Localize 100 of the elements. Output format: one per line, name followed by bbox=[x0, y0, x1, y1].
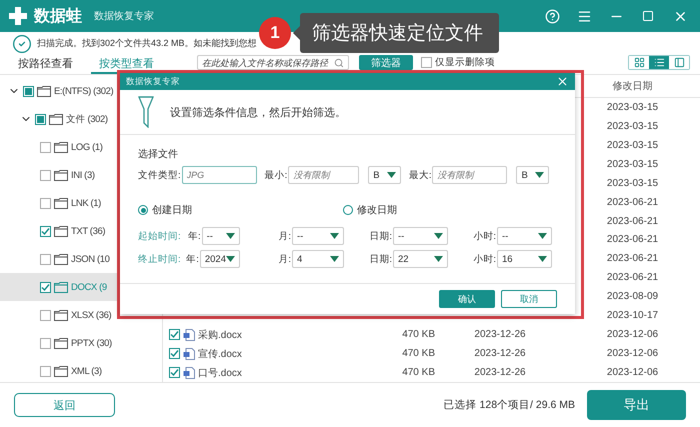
field-label: 最小: bbox=[264, 168, 288, 182]
dropdown-arrow-icon bbox=[434, 233, 443, 239]
modified-date: 2023-12-06 bbox=[606, 367, 660, 378]
time-range-label: 起始时间: bbox=[138, 230, 182, 242]
time-select[interactable]: 16 bbox=[497, 250, 552, 268]
tree-checkbox[interactable] bbox=[40, 254, 51, 264]
plus-logo-icon bbox=[8, 6, 28, 26]
field-label: 年: bbox=[186, 252, 199, 266]
folder-icon bbox=[54, 254, 68, 264]
cancel-button[interactable]: 取消 bbox=[501, 290, 557, 308]
dropdown-arrow-icon bbox=[226, 233, 235, 239]
tree-checkbox[interactable] bbox=[35, 114, 46, 124]
max-size-field[interactable]: 没有限制 bbox=[432, 166, 508, 184]
modified-date: 2023-10-17 bbox=[606, 310, 660, 322]
time-select[interactable]: 2024 bbox=[200, 250, 240, 268]
view-tab[interactable]: 按路径查看 bbox=[10, 55, 81, 74]
list-view-button[interactable] bbox=[649, 56, 669, 69]
time-select[interactable]: -- bbox=[393, 227, 448, 245]
created-date: 2023-12-26 bbox=[473, 329, 527, 340]
modified-date: 2023-03-15 bbox=[606, 102, 660, 113]
dropdown-arrow-icon bbox=[538, 256, 547, 262]
unit-select[interactable]: B bbox=[368, 166, 401, 184]
dropdown-arrow-icon bbox=[330, 256, 339, 262]
radio-button[interactable] bbox=[343, 205, 353, 215]
row-checkbox[interactable] bbox=[169, 329, 180, 340]
time-select[interactable]: 22 bbox=[393, 250, 448, 268]
filter-button[interactable]: 筛选器 bbox=[359, 55, 413, 70]
time-select[interactable]: -- bbox=[292, 227, 344, 245]
time-range-label: 终止时间: bbox=[138, 252, 182, 266]
folder-icon bbox=[54, 366, 68, 376]
field-label: 小时: bbox=[473, 230, 496, 242]
modified-date: 2023-06-21 bbox=[606, 272, 660, 284]
section-title: 选择文件 bbox=[138, 148, 179, 161]
modified-date: 2023-06-21 bbox=[606, 234, 660, 246]
radio-label: 修改日期 bbox=[357, 204, 397, 217]
folder-icon bbox=[54, 170, 68, 180]
folder-icon bbox=[54, 226, 68, 236]
file-size: 470 KB bbox=[401, 367, 435, 378]
modified-date: 2023-03-15 bbox=[606, 158, 660, 170]
dialog-instructions: 设置筛选条件信息，然后开始筛选。 bbox=[170, 106, 346, 120]
grid-icon[interactable] bbox=[634, 57, 644, 68]
app-name: 数据蛙 bbox=[34, 6, 82, 26]
tree-checkbox[interactable] bbox=[23, 86, 34, 96]
modified-date: 2023-08-09 bbox=[606, 291, 660, 302]
dropdown-arrow-icon bbox=[534, 172, 544, 178]
tree-checkbox[interactable] bbox=[40, 310, 51, 320]
time-select[interactable]: -- bbox=[202, 227, 240, 245]
panel-icon[interactable] bbox=[674, 57, 684, 68]
created-date: 2023-12-26 bbox=[473, 348, 527, 360]
tree-checkbox[interactable] bbox=[40, 142, 51, 152]
dropdown-arrow-icon bbox=[434, 256, 443, 262]
tree-item[interactable]: XML (3) bbox=[0, 357, 162, 382]
tree-checkbox[interactable] bbox=[40, 338, 51, 348]
row-checkbox[interactable] bbox=[169, 348, 180, 360]
folder-icon bbox=[54, 142, 68, 152]
radio-button[interactable] bbox=[138, 205, 148, 215]
modified-date: 2023-12-06 bbox=[606, 348, 660, 360]
unit-select[interactable]: B bbox=[516, 166, 549, 184]
deleted-only-checkbox[interactable] bbox=[421, 57, 432, 68]
tree-checkbox[interactable] bbox=[40, 170, 51, 180]
dropdown-arrow-icon bbox=[538, 233, 547, 239]
back-button[interactable]: 返回 bbox=[14, 393, 115, 417]
tree-checkbox[interactable] bbox=[40, 198, 51, 208]
maximize-icon[interactable] bbox=[642, 10, 654, 22]
confirm-button[interactable]: 确认 bbox=[439, 290, 495, 308]
search-field[interactable]: 在此处输入文件名称或保存路径 bbox=[197, 55, 349, 70]
word-document-icon bbox=[183, 366, 195, 379]
folder-icon bbox=[54, 282, 68, 292]
search-icon[interactable] bbox=[334, 58, 344, 68]
row-checkbox[interactable] bbox=[169, 367, 180, 378]
modified-date: 2023-03-15 bbox=[606, 120, 660, 132]
scan-status-text: 扫描完成。找到302个文件共43.2 MB。如未能找到您想 bbox=[37, 37, 257, 50]
field-label: 年: bbox=[188, 230, 201, 242]
export-button[interactable]: 导出 bbox=[587, 390, 686, 420]
deleted-only-label: 仅显示删除项 bbox=[435, 56, 495, 69]
help-icon[interactable] bbox=[544, 8, 560, 24]
callout-bubble: 筛选器快速定位文件 bbox=[300, 13, 499, 53]
dropdown-arrow-icon bbox=[226, 256, 235, 262]
field-label: 月: bbox=[278, 252, 291, 266]
time-select[interactable]: 4 bbox=[292, 250, 344, 268]
close-button[interactable] bbox=[556, 75, 569, 88]
tree-item[interactable]: XLSX (36) bbox=[0, 301, 162, 329]
menu-icon[interactable] bbox=[576, 8, 592, 24]
tree-checkbox[interactable] bbox=[40, 366, 51, 376]
tree-checkbox[interactable] bbox=[40, 282, 51, 292]
created-date: 2023-12-26 bbox=[473, 367, 527, 378]
field-label: 最大: bbox=[408, 168, 432, 182]
min-size-field[interactable]: 没有限制 bbox=[288, 166, 360, 184]
folder-icon bbox=[49, 114, 63, 124]
time-select[interactable]: -- bbox=[497, 227, 552, 245]
dialog-title: 数据恢复专家 bbox=[126, 76, 180, 88]
field-label: 日期: bbox=[369, 252, 392, 266]
folder-icon bbox=[54, 338, 68, 348]
tree-checkbox[interactable] bbox=[40, 226, 51, 236]
folder-icon bbox=[37, 86, 51, 96]
file-type-field[interactable]: JPG bbox=[182, 166, 257, 184]
tree-item[interactable]: 文件 (302) bbox=[0, 105, 162, 133]
radio-label: 创建日期 bbox=[152, 204, 192, 217]
tree-item[interactable]: PPTX (30) bbox=[0, 329, 162, 357]
modified-date: 2023-12-06 bbox=[606, 329, 660, 340]
